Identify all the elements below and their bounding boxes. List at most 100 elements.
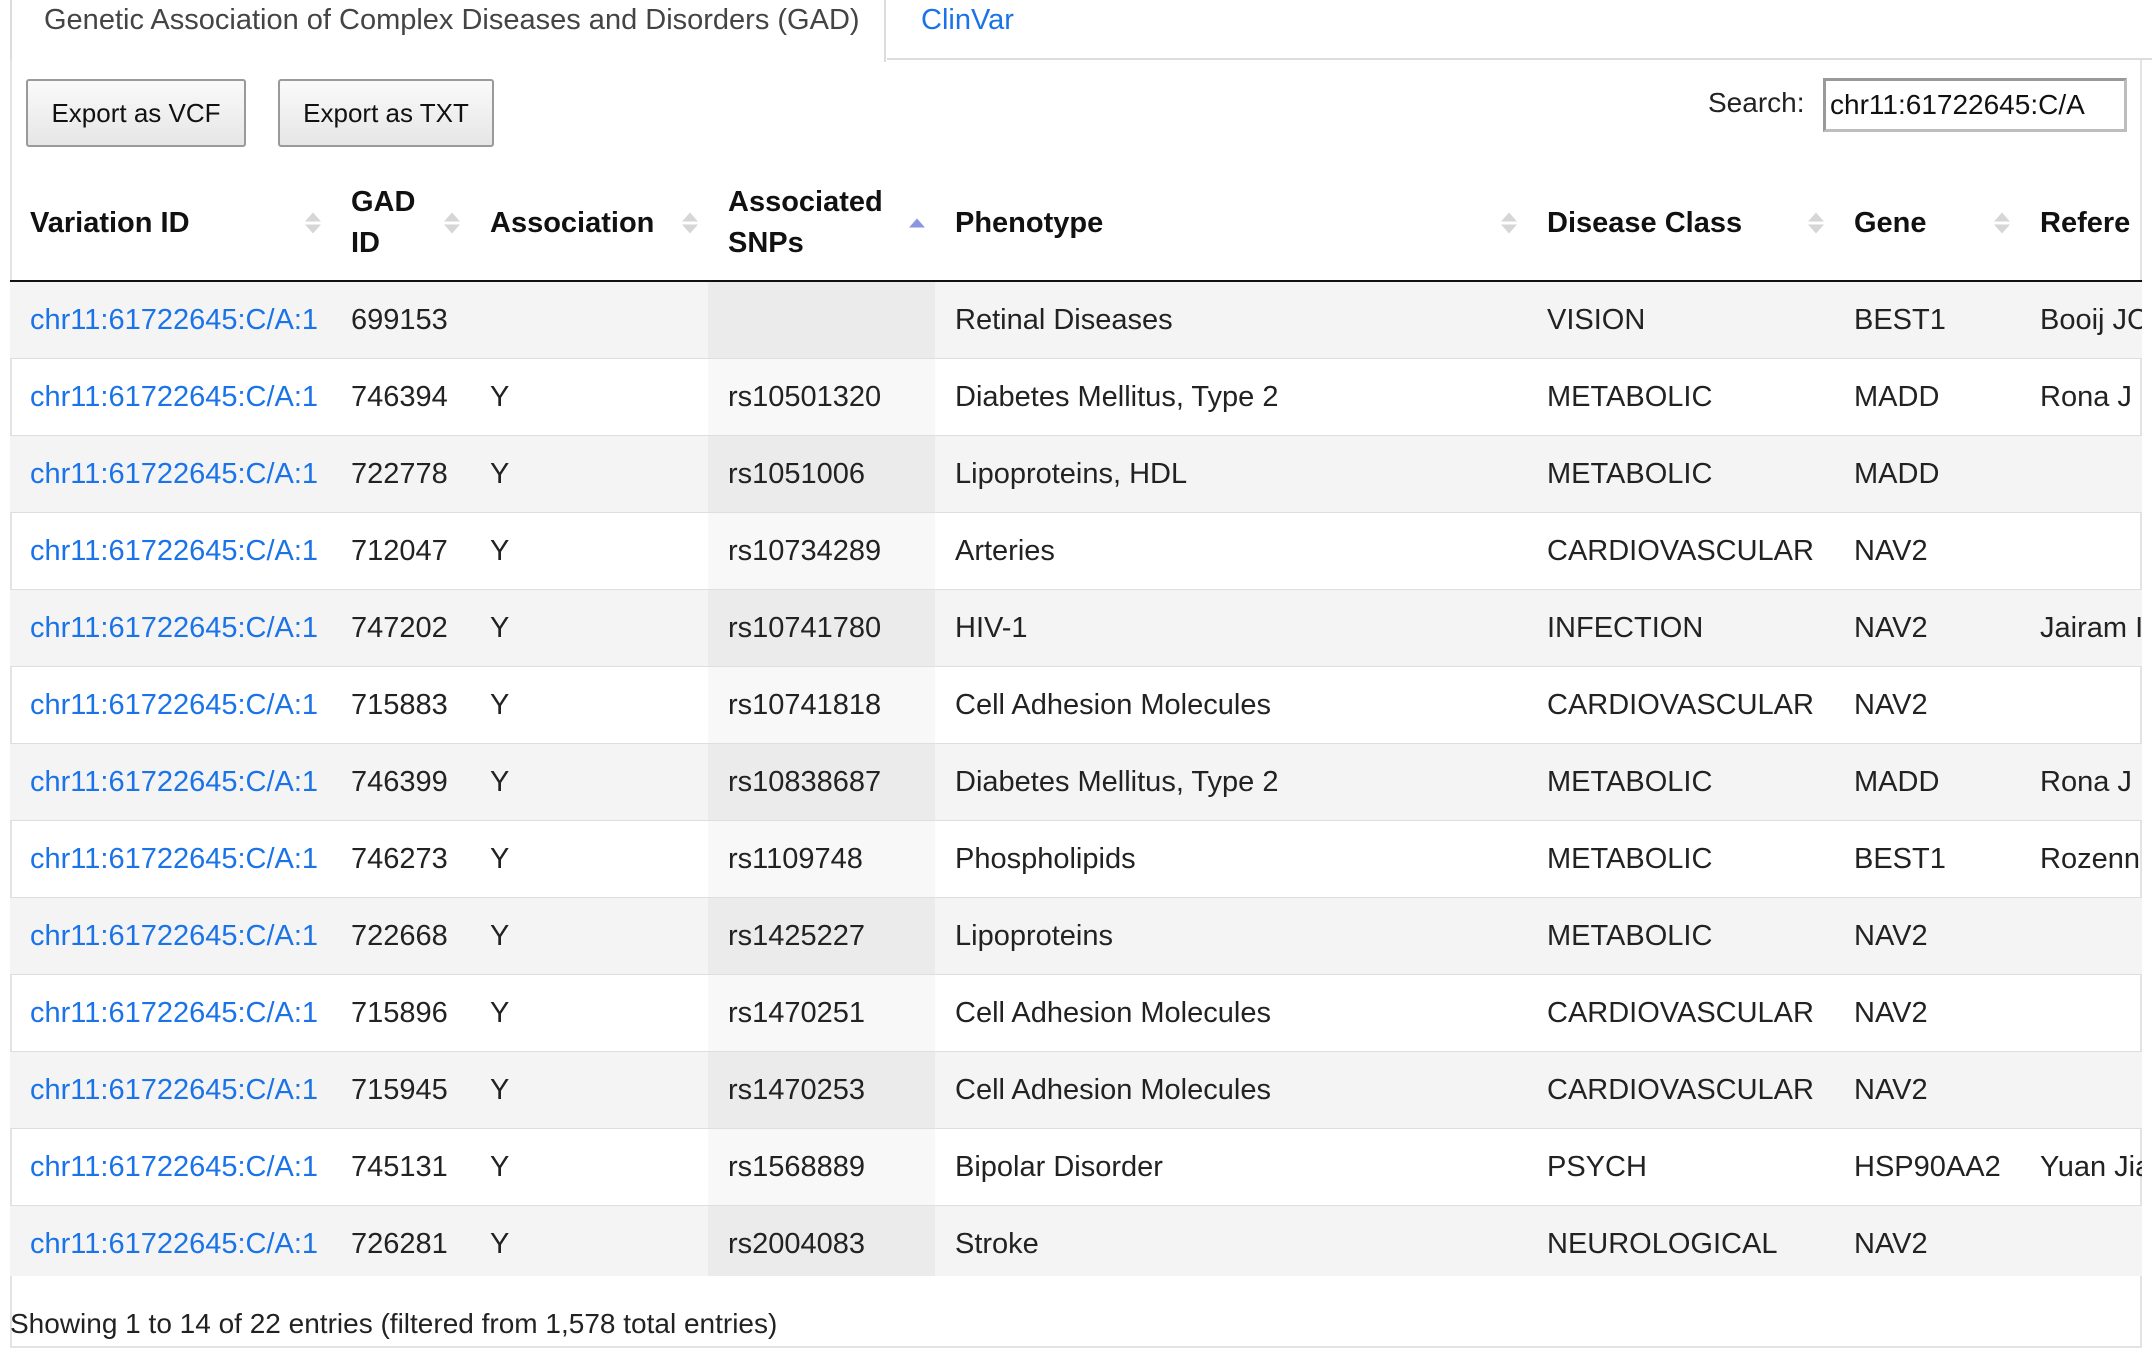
column-header-association[interactable]: Association (470, 166, 708, 282)
column-header-label: Gene (1854, 206, 1927, 239)
column-header-label: GAD (351, 186, 416, 218)
results-table: Variation ID GAD ID Association Associated SN… (10, 166, 2142, 1276)
reference-cell: Booij JC (2020, 281, 2142, 359)
table-row: chr11:61722645:C/A:1 746273 Yrs1109748 Phos… (10, 820, 2142, 898)
variation-id-link[interactable]: chr11:61722645:C/A:1 (10, 743, 331, 821)
sort-both-icon (444, 212, 460, 234)
gene-cell: NAV2 (1834, 589, 2020, 667)
phenotype-cell: Cell Adhesion Molecules (935, 666, 1527, 744)
disease-class-cell: METABOLIC (1527, 358, 1834, 436)
reference-cell (2020, 974, 2142, 1052)
association-cell: Y (470, 1051, 708, 1129)
phenotype-cell: Lipoproteins, HDL (935, 435, 1527, 513)
disease-class-cell: CARDIOVASCULAR (1527, 666, 1834, 744)
gene-cell: NAV2 (1834, 897, 2020, 975)
variation-id-link[interactable]: chr11:61722645:C/A:1 (10, 589, 331, 667)
phenotype-cell: HIV-1 (935, 589, 1527, 667)
disease-class-cell: VISION (1527, 281, 1834, 359)
gene-cell: MADD (1834, 358, 2020, 436)
column-header-label: ID (351, 227, 380, 259)
association-cell: Y (470, 1205, 708, 1276)
gene-cell: NAV2 (1834, 666, 2020, 744)
column-header-gene[interactable]: Gene (1834, 166, 2020, 282)
association-cell: Y (470, 1128, 708, 1206)
tab-bar: Genetic Association of Complex Diseases … (0, 0, 2152, 62)
variation-id-link[interactable]: chr11:61722645:C/A:1 (10, 666, 331, 744)
variation-id-link[interactable]: chr11:61722645:C/A:1 (10, 1051, 331, 1129)
reference-cell: Rona J (2020, 743, 2142, 821)
disease-class-cell: METABOLIC (1527, 435, 1834, 513)
sort-both-icon (1994, 212, 2010, 234)
reference-cell (2020, 897, 2142, 975)
disease-class-cell: CARDIOVASCULAR (1527, 512, 1834, 590)
variation-id-link[interactable]: chr11:61722645:C/A:1 (10, 435, 331, 513)
association-cell: Y (470, 974, 708, 1052)
reference-cell: Rona J (2020, 358, 2142, 436)
column-header-associated-snps[interactable]: Associated SNPs (708, 166, 935, 282)
table-row: chr11:61722645:C/A:1 712047 Yrs10734289 Art… (10, 512, 2142, 590)
disease-class-cell: NEUROLOGICAL (1527, 1205, 1834, 1276)
column-header-label: Variation ID (30, 206, 190, 239)
variation-id-link[interactable]: chr11:61722645:C/A:1 (10, 820, 331, 898)
variation-id-link[interactable]: chr11:61722645:C/A:1 (10, 281, 331, 359)
variation-id-link[interactable]: chr11:61722645:C/A:1 (10, 897, 331, 975)
snp-cell: rs10501320 (708, 358, 935, 436)
phenotype-cell: Retinal Diseases (935, 281, 1527, 359)
tab-clinvar[interactable]: ClinVar (921, 4, 1014, 37)
disease-class-cell: METABOLIC (1527, 743, 1834, 821)
column-header-label: Refere (2040, 206, 2131, 239)
column-header-label: SNPs (728, 227, 804, 259)
sort-both-icon (305, 212, 321, 234)
export-txt-button[interactable]: Export as TXT (278, 79, 494, 147)
disease-class-cell: INFECTION (1527, 589, 1834, 667)
snp-cell: rs1470253 (708, 1051, 935, 1129)
column-header-reference[interactable]: Refere (2020, 166, 2142, 282)
phenotype-cell: Phospholipids (935, 820, 1527, 898)
snp-cell: rs1109748 (708, 820, 935, 898)
gad-results-panel: Genetic Association of Complex Diseases … (0, 0, 2152, 1366)
column-header-phenotype[interactable]: Phenotype (935, 166, 1527, 282)
table-row: chr11:61722645:C/A:1 722668 Yrs1425227 Lipo… (10, 897, 2142, 975)
association-cell: Y (470, 358, 708, 436)
gad-id-cell: 746394 (331, 358, 470, 436)
sort-both-icon (682, 212, 698, 234)
tab-gad[interactable]: Genetic Association of Complex Diseases … (10, 0, 886, 62)
table-row: chr11:61722645:C/A:1 747202 Yrs10741780 HIV… (10, 589, 2142, 667)
sort-both-icon (1808, 212, 1824, 234)
phenotype-cell: Diabetes Mellitus, Type 2 (935, 358, 1527, 436)
column-header-label: Disease Class (1547, 206, 1743, 239)
column-header-disease-class[interactable]: Disease Class (1527, 166, 1834, 282)
gene-cell: BEST1 (1834, 281, 2020, 359)
tab-gad-label: Genetic Association of Complex Diseases … (44, 4, 860, 36)
gene-cell: BEST1 (1834, 820, 2020, 898)
search-label: Search: (1708, 87, 1805, 118)
column-header-gad-id[interactable]: GAD ID (331, 166, 470, 282)
variation-id-link[interactable]: chr11:61722645:C/A:1 (10, 1128, 331, 1206)
gad-id-cell: 746273 (331, 820, 470, 898)
variation-id-link[interactable]: chr11:61722645:C/A:1 (10, 974, 331, 1052)
gad-id-cell: 722778 (331, 435, 470, 513)
disease-class-cell: CARDIOVASCULAR (1527, 1051, 1834, 1129)
gene-cell: NAV2 (1834, 974, 2020, 1052)
table-row: chr11:61722645:C/A:1 726281 Yrs2004083 Stro… (10, 1205, 2142, 1276)
gad-id-cell: 747202 (331, 589, 470, 667)
export-vcf-button[interactable]: Export as VCF (26, 79, 246, 147)
variation-id-link[interactable]: chr11:61722645:C/A:1 (10, 512, 331, 590)
association-cell: Y (470, 820, 708, 898)
phenotype-cell: Diabetes Mellitus, Type 2 (935, 743, 1527, 821)
table-row: chr11:61722645:C/A:1 746399 Yrs10838687 Dia… (10, 743, 2142, 821)
gad-id-cell: 722668 (331, 897, 470, 975)
phenotype-cell: Stroke (935, 1205, 1527, 1276)
column-header-label: Phenotype (955, 206, 1104, 239)
variation-id-link[interactable]: chr11:61722645:C/A:1 (10, 1205, 331, 1276)
reference-cell (2020, 435, 2142, 513)
association-cell: Y (470, 512, 708, 590)
gad-id-cell: 699153 (331, 281, 470, 359)
results-table-wrapper[interactable]: Variation ID GAD ID Association Associated SN… (10, 166, 2142, 1276)
phenotype-cell: Arteries (935, 512, 1527, 590)
phenotype-cell: Lipoproteins (935, 897, 1527, 975)
search-input[interactable] (1823, 78, 2127, 132)
column-header-variation-id[interactable]: Variation ID (10, 166, 331, 282)
variation-id-link[interactable]: chr11:61722645:C/A:1 (10, 358, 331, 436)
snp-cell: rs1568889 (708, 1128, 935, 1206)
